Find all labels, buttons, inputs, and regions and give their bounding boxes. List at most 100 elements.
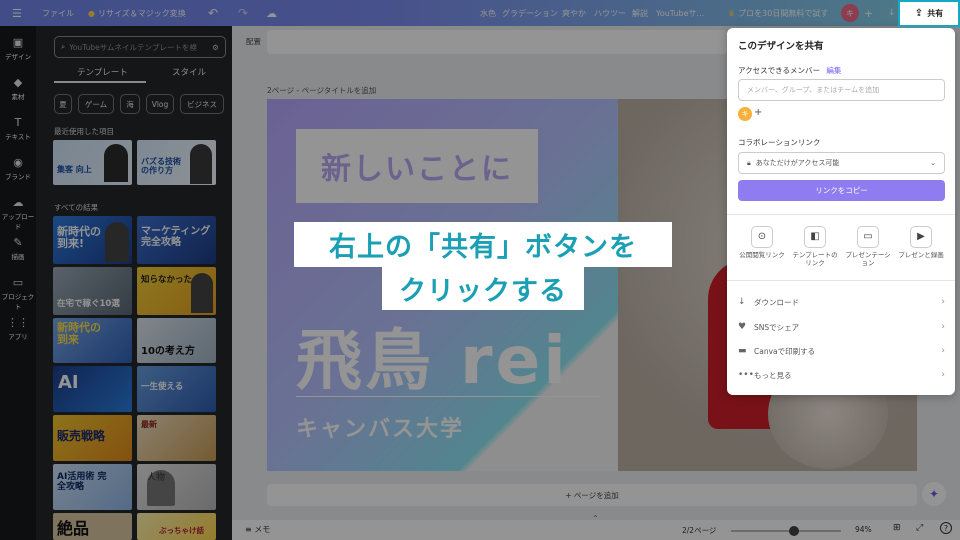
- analytics-icon[interactable]: ↓: [888, 0, 896, 26]
- page-counter[interactable]: 2/2ページ: [682, 525, 716, 536]
- rail-item-upload[interactable]: ☁ アップロード: [0, 196, 36, 231]
- public-view-link-option[interactable]: ⊙ 公開閲覧リンク: [737, 226, 787, 260]
- presentation-option[interactable]: ▭ プレゼンテーション: [843, 226, 893, 268]
- person-image: [105, 222, 129, 262]
- search-icon: ⌕: [61, 42, 66, 51]
- template-thumb[interactable]: 10の考え方: [137, 318, 216, 363]
- template-thumb[interactable]: AI活用術 完全攻略: [53, 464, 132, 510]
- rail-item-apps[interactable]: ⋮⋮ アプリ: [0, 316, 36, 341]
- share-button[interactable]: ⇪ 共有: [898, 0, 960, 27]
- rail-item-text[interactable]: T テキスト: [0, 116, 36, 141]
- help-icon[interactable]: ?: [940, 522, 952, 534]
- template-thumb[interactable]: 新時代の到来!: [53, 216, 132, 264]
- rail-item-draw[interactable]: ✎ 描画: [0, 236, 36, 261]
- rail-label: 描画: [11, 253, 25, 261]
- zoom-slider-track[interactable]: [731, 530, 841, 532]
- more-row[interactable]: ••• もっと見る ›: [738, 365, 945, 385]
- template-thumb[interactable]: 販売戦略: [53, 415, 132, 461]
- rail-label: アップロード: [1, 213, 35, 231]
- fullscreen-icon[interactable]: ⤢: [916, 523, 923, 533]
- sns-share-row[interactable]: ♥ SNSでシェア ›: [738, 317, 945, 337]
- template-link-option[interactable]: ◧ テンプレートのリンク: [790, 226, 840, 268]
- avatar[interactable]: キ: [841, 4, 859, 22]
- present-record-option[interactable]: ▶ プレゼンと録画: [896, 226, 946, 260]
- chip-vlog[interactable]: Vlog: [146, 94, 174, 114]
- rail-item-design[interactable]: ▣ デザイン: [0, 36, 36, 61]
- file-menu[interactable]: ファイル: [42, 0, 74, 26]
- chip-summer[interactable]: 夏: [54, 94, 72, 114]
- pro-trial-label: プロを30日間無料で試す: [738, 8, 829, 18]
- tag-item-6[interactable]: YouTubeサ...: [656, 0, 704, 26]
- template-thumb[interactable]: ぶっちゃけ話: [137, 513, 216, 540]
- all-results-heading: すべての結果: [54, 203, 99, 212]
- page-title-label[interactable]: 2ページ - ページタイトルを追加: [267, 85, 376, 96]
- undo-icon[interactable]: ↶: [208, 0, 218, 26]
- chip-game[interactable]: ゲーム: [78, 94, 114, 114]
- notes-button[interactable]: ≡ メモ: [245, 524, 270, 535]
- tag-item-3[interactable]: 爽やか: [562, 0, 586, 26]
- template-thumb[interactable]: 絶品: [53, 513, 132, 540]
- title-main-text[interactable]: 飛鳥 rei: [296, 307, 569, 403]
- template-thumb[interactable]: 人物: [137, 464, 216, 510]
- apps-grid-icon: ⋮⋮: [7, 316, 29, 329]
- pro-trial-button[interactable]: ♛ プロを30日間無料で試す: [728, 0, 828, 26]
- divider-line: [296, 396, 601, 397]
- members-input[interactable]: メンバー、グループ、またはチームを追加: [738, 79, 945, 101]
- rail-item-brand[interactable]: ◉ ブランド: [0, 156, 36, 181]
- cloud-save-icon[interactable]: ☁: [266, 0, 277, 26]
- edit-link[interactable]: 編集: [826, 66, 841, 75]
- template-thumb[interactable]: 知らなかった: [137, 267, 216, 315]
- tag-item-2[interactable]: グラデーション: [502, 0, 558, 26]
- zoom-level[interactable]: 94%: [855, 525, 872, 534]
- menu-icon[interactable]: ☰: [12, 0, 22, 26]
- tab-styles[interactable]: スタイル: [172, 66, 206, 78]
- crown-icon: ♛: [728, 8, 736, 18]
- access-select[interactable]: 🔒︎ あなただけがアクセス可能 ⌄: [738, 152, 945, 174]
- zoom-slider-thumb[interactable]: [788, 526, 799, 536]
- resize-label: リサイズ＆マジック変換: [97, 8, 186, 18]
- chevron-up-icon[interactable]: ⌃: [592, 514, 606, 523]
- template-search-input[interactable]: ⌕ YouTubeサムネイルテンプレートを検 ⚙: [54, 36, 226, 58]
- row-label: ダウンロード: [754, 297, 799, 307]
- template-thumb[interactable]: 集客 向上: [53, 140, 132, 185]
- rail-item-elements[interactable]: ◆ 素材: [0, 76, 36, 101]
- template-thumb[interactable]: 最新: [137, 415, 216, 461]
- thumb-text: 販売戦略: [57, 429, 106, 443]
- folder-icon: ▭: [12, 276, 24, 289]
- row-label: SNSでシェア: [754, 322, 800, 332]
- rail-item-projects[interactable]: ▭ プロジェクト: [0, 276, 36, 311]
- add-page-button[interactable]: + ページを追加: [267, 484, 917, 506]
- recent-heading: 最近使用した項目: [54, 127, 114, 136]
- template-thumb[interactable]: マーケティング完全攻略: [137, 216, 216, 264]
- template-thumb[interactable]: AI: [53, 366, 132, 412]
- redo-icon[interactable]: ↷: [238, 0, 248, 26]
- tab-templates[interactable]: テンプレート: [77, 66, 128, 78]
- chip-sea[interactable]: 海: [120, 94, 140, 114]
- link-icon: ⊙: [751, 226, 773, 248]
- chip-business[interactable]: ビジネス: [180, 94, 224, 114]
- download-row[interactable]: ↓ ダウンロード ›: [738, 292, 945, 312]
- truck-icon: ▬: [738, 346, 747, 356]
- grid-view-icon[interactable]: ⊞: [893, 523, 901, 533]
- add-member-icon[interactable]: +: [754, 107, 762, 118]
- tag-item-5[interactable]: 解説: [632, 0, 648, 26]
- thumb-text: 新時代の到来: [57, 321, 101, 347]
- thumb-text: マーケティング完全攻略: [141, 226, 211, 248]
- thumb-text: バズる技術の作り方: [141, 157, 181, 175]
- copy-link-button[interactable]: リンクをコピー: [738, 180, 945, 201]
- tag-item-1[interactable]: 水色: [480, 0, 496, 26]
- share-panel-title: このデザインを共有: [738, 41, 824, 52]
- template-thumb[interactable]: バズる技術の作り方: [137, 140, 216, 185]
- filter-icon[interactable]: ⚙: [212, 43, 219, 52]
- template-thumb[interactable]: 新時代の到来: [53, 318, 132, 363]
- tag-item-4[interactable]: ハウツー: [594, 0, 626, 26]
- add-member-icon[interactable]: +: [864, 0, 873, 26]
- option-label: プレゼンと録画: [898, 251, 944, 259]
- magic-assistant-icon[interactable]: ✦: [922, 482, 946, 506]
- subtitle-text[interactable]: キャンバス大学: [296, 411, 464, 443]
- template-thumb[interactable]: 在宅で稼ぐ10選: [53, 267, 132, 315]
- print-row[interactable]: ▬ Canvaで印刷する ›: [738, 341, 945, 361]
- title-top-text[interactable]: 新しいことに: [296, 129, 538, 203]
- template-thumb[interactable]: 一生使える: [137, 366, 216, 412]
- resize-button[interactable]: ● リサイズ＆マジック変換: [88, 0, 186, 26]
